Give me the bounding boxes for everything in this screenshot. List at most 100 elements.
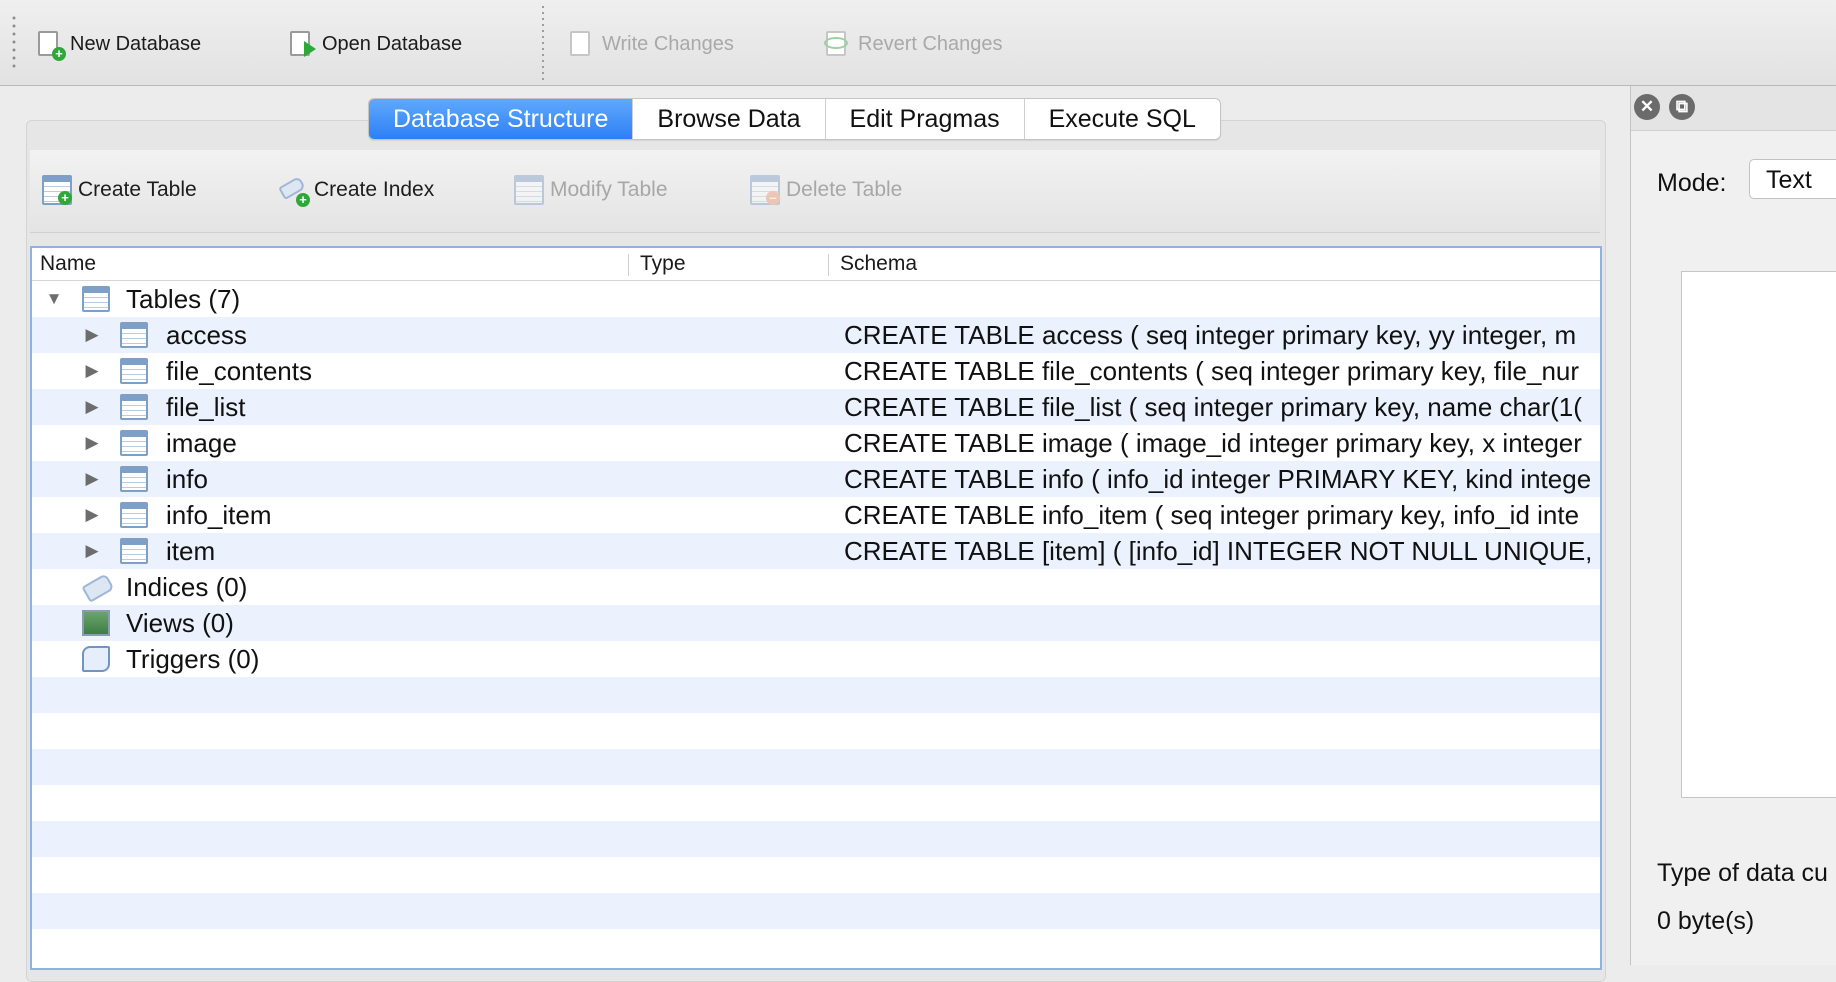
tab-database-structure[interactable]: Database Structure [369, 99, 634, 139]
new-database-icon: + [34, 29, 66, 61]
delete-table-button[interactable]: – Delete Table [750, 172, 902, 208]
revert-changes-button[interactable]: Revert Changes [822, 26, 1003, 62]
create-index-icon: + [278, 175, 310, 207]
empty-row [32, 893, 1600, 929]
table-name: info_item [166, 500, 272, 530]
tab-browse-data[interactable]: Browse Data [633, 99, 826, 139]
expand-arrow-icon[interactable]: ▶ [82, 497, 102, 533]
tab-edit-pragmas[interactable]: Edit Pragmas [826, 99, 1025, 139]
table-row[interactable]: ▶ file_contents CREATE TABLE file_conten… [32, 353, 1600, 389]
expand-arrow-icon[interactable]: ▶ [82, 425, 102, 461]
table-schema: CREATE TABLE info ( info_id integer PRIM… [844, 464, 1592, 494]
table-name: item [166, 536, 216, 566]
expand-arrow-icon[interactable]: ▶ [82, 533, 102, 569]
empty-row [32, 929, 1600, 965]
column-header-schema[interactable]: Schema [832, 248, 917, 280]
table-name: file_list [166, 392, 246, 422]
table-schema: CREATE TABLE access ( seq integer primar… [844, 320, 1577, 350]
index-tag-icon [81, 573, 115, 603]
create-index-button[interactable]: + Create Index [278, 172, 434, 208]
tree-row-triggers[interactable]: Triggers (0) [32, 641, 1600, 677]
table-icon [120, 538, 148, 564]
close-icon[interactable]: ✕ [1634, 94, 1660, 120]
views-label: Views (0) [126, 608, 234, 638]
empty-row [32, 749, 1600, 785]
table-icon [120, 430, 148, 456]
cell-editor[interactable] [1681, 271, 1836, 798]
data-size-label: 0 byte(s) [1657, 907, 1755, 935]
table-row[interactable]: ▶ file_list CREATE TABLE file_list ( seq… [32, 389, 1600, 425]
expand-arrow-icon[interactable]: ▶ [82, 461, 102, 497]
modify-table-icon [514, 175, 544, 205]
open-database-label: Open Database [322, 32, 463, 55]
tree-rows: ▼ Tables (7) ▶ access CREATE TABLE acces… [32, 281, 1600, 965]
tables-label: Tables (7) [126, 284, 241, 314]
column-header-name[interactable]: Name [32, 248, 96, 280]
table-name: file_contents [166, 356, 312, 386]
table-icon [120, 322, 148, 348]
table-icon [120, 466, 148, 492]
write-changes-button[interactable]: Write Changes [566, 26, 734, 62]
mode-select[interactable]: Text [1749, 159, 1836, 199]
delete-table-icon: – [750, 175, 780, 205]
main-area: Database Structure Browse Data Edit Prag… [0, 86, 1630, 982]
undock-icon[interactable]: ⧉ [1669, 94, 1695, 120]
expand-arrow-icon[interactable]: ▶ [82, 353, 102, 389]
create-table-icon: + [42, 175, 72, 205]
table-icon [120, 502, 148, 528]
tree-row-tables[interactable]: ▼ Tables (7) [32, 281, 1600, 317]
expand-arrow-icon[interactable]: ▶ [82, 389, 102, 425]
column-divider[interactable] [828, 254, 829, 276]
tree-row-views[interactable]: Views (0) [32, 605, 1600, 641]
tab-execute-sql[interactable]: Execute SQL [1025, 99, 1220, 139]
tree-header: Name Type Schema [32, 248, 1600, 281]
empty-row [32, 821, 1600, 857]
open-database-icon [286, 29, 316, 59]
table-schema: CREATE TABLE info_item ( seq integer pri… [844, 500, 1580, 530]
tree-row-indices[interactable]: Indices (0) [32, 569, 1600, 605]
modify-table-label: Modify Table [550, 178, 668, 201]
column-divider[interactable] [628, 254, 629, 276]
main-toolbar: + New Database Open Database Write Chang… [0, 0, 1836, 86]
expand-arrow-icon[interactable]: ▶ [82, 317, 102, 353]
table-name: access [166, 320, 247, 350]
new-database-label: New Database [70, 32, 202, 55]
toolbar-grip[interactable] [12, 14, 16, 70]
indices-label: Indices (0) [126, 572, 248, 602]
empty-row [32, 857, 1600, 893]
triggers-label: Triggers (0) [126, 644, 260, 674]
table-row[interactable]: ▶ access CREATE TABLE access ( seq integ… [32, 317, 1600, 353]
empty-row [32, 713, 1600, 749]
table-schema: CREATE TABLE [item] ( [info_id] INTEGER … [844, 536, 1593, 566]
write-changes-icon [566, 29, 596, 59]
view-icon [82, 610, 110, 636]
database-tree[interactable]: Name Type Schema ▼ Tables (7) ▶ access C… [30, 246, 1602, 970]
table-schema: CREATE TABLE file_contents ( seq integer… [844, 356, 1580, 386]
modify-table-button[interactable]: Modify Table [514, 172, 668, 208]
table-row[interactable]: ▶ item CREATE TABLE [item] ( [info_id] I… [32, 533, 1600, 569]
table-row[interactable]: ▶ info_item CREATE TABLE info_item ( seq… [32, 497, 1600, 533]
open-database-button[interactable]: Open Database [286, 26, 462, 62]
panel-body: Mode: Text Type of data cu 0 byte(s) [1631, 131, 1836, 965]
table-icon [120, 358, 148, 384]
trigger-scroll-icon [82, 646, 110, 672]
tab-bar: Database Structure Browse Data Edit Prag… [368, 98, 1221, 140]
table-name: image [166, 428, 237, 458]
table-row[interactable]: ▶ info CREATE TABLE info ( info_id integ… [32, 461, 1600, 497]
delete-table-label: Delete Table [786, 178, 903, 201]
panel-title-bar: ✕ ⧉ [1631, 86, 1836, 131]
revert-changes-icon [822, 29, 852, 59]
create-table-button[interactable]: + Create Table [42, 172, 197, 208]
edit-cell-panel: ✕ ⧉ Mode: Text Type of data cu 0 byte(s) [1630, 86, 1836, 965]
mode-label: Mode: [1657, 169, 1727, 197]
table-icon [120, 394, 148, 420]
collapse-arrow-icon[interactable]: ▼ [44, 281, 64, 317]
table-name: info [166, 464, 208, 494]
table-schema: CREATE TABLE image ( image_id integer pr… [844, 428, 1582, 458]
column-header-type[interactable]: Type [632, 248, 686, 280]
toolbar-separator [542, 4, 544, 82]
create-index-label: Create Index [314, 178, 435, 201]
new-database-button[interactable]: + New Database [34, 26, 201, 62]
table-group-icon [82, 286, 110, 312]
table-row[interactable]: ▶ image CREATE TABLE image ( image_id in… [32, 425, 1600, 461]
